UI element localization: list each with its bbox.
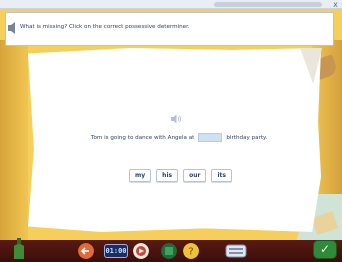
choice-our[interactable]: our xyxy=(183,169,207,182)
background-left-panel xyxy=(0,40,28,240)
instruction-text: What is missing? Click on the correct po… xyxy=(20,24,190,30)
svg-text:?: ? xyxy=(188,247,193,258)
speaker-icon[interactable] xyxy=(8,22,18,34)
back-arrow-icon[interactable] xyxy=(78,243,94,259)
top-bar: x xyxy=(0,0,342,9)
instruction-bar: What is missing? Click on the correct po… xyxy=(5,12,334,46)
keyboard-icon[interactable] xyxy=(225,243,247,259)
choice-its[interactable]: its xyxy=(211,169,232,182)
book-icon[interactable] xyxy=(161,243,177,259)
top-scrollbar[interactable] xyxy=(214,2,322,7)
choice-his[interactable]: his xyxy=(156,169,179,182)
timer-display: 01:00 xyxy=(104,244,128,258)
sentence-end: birthday party. xyxy=(226,134,268,141)
choice-list: my his our its xyxy=(129,169,232,182)
exercise-window: x What is missing? Click on the correct … xyxy=(0,0,342,262)
sentence-start: Tom is going to dance with Angela at xyxy=(91,134,195,141)
help-icon[interactable]: ? xyxy=(183,243,199,259)
potion-bottle-icon xyxy=(14,238,24,259)
choice-my[interactable]: my xyxy=(129,169,152,182)
replay-icon[interactable] xyxy=(133,243,149,259)
confirm-button[interactable]: ✓ xyxy=(313,240,337,259)
close-icon[interactable]: x xyxy=(331,0,340,9)
sentence-speaker-icon[interactable] xyxy=(170,114,182,124)
answer-blank[interactable] xyxy=(198,133,223,142)
exercise-sentence: Tom is going to dance with Angela at bir… xyxy=(91,133,267,142)
